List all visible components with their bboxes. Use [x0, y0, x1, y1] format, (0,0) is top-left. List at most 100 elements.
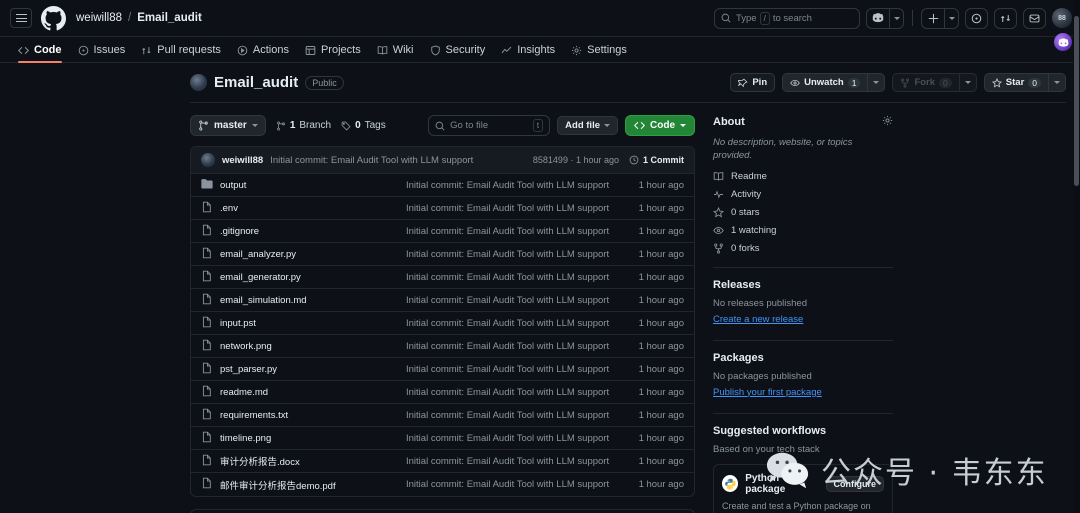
file-commit-message[interactable]: Initial commit: Email Audit Tool with LL…: [406, 479, 622, 490]
file-name-label[interactable]: timeline.png: [220, 433, 271, 444]
copilot-floating-badge[interactable]: [1054, 33, 1072, 51]
star-button[interactable]: Star 0: [983, 73, 1048, 92]
tab-insights[interactable]: Insights: [493, 44, 563, 62]
file-name-label[interactable]: readme.md: [220, 387, 268, 398]
file-name-cell[interactable]: .gitignore: [201, 224, 406, 239]
file-name-label[interactable]: email_generator.py: [220, 272, 301, 283]
file-name-cell[interactable]: email_generator.py: [201, 270, 406, 285]
scrollbar-thumb[interactable]: [1074, 16, 1079, 186]
add-file-button[interactable]: Add file: [557, 116, 618, 135]
code-button[interactable]: Code: [625, 115, 695, 136]
table-row[interactable]: .gitignore Initial commit: Email Audit To…: [191, 220, 694, 243]
pull-requests-icon[interactable]: [994, 7, 1017, 29]
tab-actions[interactable]: Actions: [229, 44, 297, 62]
commit-author[interactable]: weiwill88: [222, 155, 263, 166]
tab-projects[interactable]: Projects: [297, 44, 369, 62]
file-name-label[interactable]: .env: [220, 203, 238, 214]
file-name-label[interactable]: pst_parser.py: [220, 364, 277, 375]
tab-settings[interactable]: Settings: [563, 44, 635, 62]
file-commit-message[interactable]: Initial commit: Email Audit Tool with LL…: [406, 410, 622, 421]
publish-package-link[interactable]: Publish your first package: [713, 387, 822, 398]
file-name-label[interactable]: network.png: [220, 341, 272, 352]
copilot-icon[interactable]: [866, 7, 889, 29]
about-link-watching[interactable]: 1 watching: [713, 225, 893, 236]
table-row[interactable]: output Initial commit: Email Audit Tool w…: [191, 174, 694, 197]
file-commit-message[interactable]: Initial commit: Email Audit Tool with LL…: [406, 456, 622, 467]
about-settings-gear-icon[interactable]: [882, 115, 893, 129]
file-name-cell[interactable]: 审计分析报告.docx: [201, 454, 406, 469]
file-commit-message[interactable]: Initial commit: Email Audit Tool with LL…: [406, 226, 622, 237]
about-link-readme[interactable]: Readme: [713, 171, 893, 182]
owner-avatar[interactable]: [190, 74, 207, 91]
file-commit-message[interactable]: Initial commit: Email Audit Tool with LL…: [406, 364, 622, 375]
file-commit-message[interactable]: Initial commit: Email Audit Tool with LL…: [406, 387, 622, 398]
create-release-link[interactable]: Create a new release: [713, 314, 803, 325]
breadcrumb-repo[interactable]: Email_audit: [137, 12, 202, 24]
fork-button-group[interactable]: Fork 0: [892, 73, 977, 92]
plus-icon[interactable]: [921, 7, 944, 29]
star-button-group[interactable]: Star 0: [983, 73, 1066, 92]
table-row[interactable]: timeline.png Initial commit: Email Audit …: [191, 427, 694, 450]
file-commit-message[interactable]: Initial commit: Email Audit Tool with LL…: [406, 318, 622, 329]
create-new-dropdown-arrow[interactable]: [944, 7, 959, 29]
file-name-cell[interactable]: .env: [201, 201, 406, 216]
file-name-cell[interactable]: email_simulation.md: [201, 293, 406, 308]
file-name-label[interactable]: output: [220, 180, 246, 191]
fork-dropdown-arrow[interactable]: [958, 73, 977, 92]
table-row[interactable]: input.pst Initial commit: Email Audit Too…: [191, 312, 694, 335]
file-commit-message[interactable]: Initial commit: Email Audit Tool with LL…: [406, 295, 622, 306]
file-name-cell[interactable]: 邮件审计分析报告demo.pdf: [201, 477, 406, 492]
file-name-label[interactable]: requirements.txt: [220, 410, 288, 421]
table-row[interactable]: email_simulation.md Initial commit: Email…: [191, 289, 694, 312]
file-commit-message[interactable]: Initial commit: Email Audit Tool with LL…: [406, 180, 622, 191]
file-name-label[interactable]: 审计分析报告.docx: [220, 454, 300, 468]
commit-message[interactable]: Initial commit: Email Audit Tool with LL…: [270, 155, 473, 166]
create-new-split-button[interactable]: [921, 7, 959, 29]
hamburger-menu-icon[interactable]: [10, 8, 32, 28]
table-row[interactable]: pst_parser.py Initial commit: Email Audit…: [191, 358, 694, 381]
star-dropdown-arrow[interactable]: [1048, 73, 1066, 92]
tag-count[interactable]: 0 Tags: [341, 120, 386, 131]
table-row[interactable]: email_generator.py Initial commit: Email …: [191, 266, 694, 289]
table-row[interactable]: email_analyzer.py Initial commit: Email A…: [191, 243, 694, 266]
notifications-inbox-icon[interactable]: [1023, 7, 1046, 29]
file-commit-message[interactable]: Initial commit: Email Audit Tool with LL…: [406, 203, 622, 214]
go-to-file-input[interactable]: Go to file t: [428, 115, 551, 136]
watch-dropdown-arrow[interactable]: [867, 73, 886, 92]
table-row[interactable]: requirements.txt Initial commit: Email Au…: [191, 404, 694, 427]
watch-button-group[interactable]: Unwatch 1: [782, 73, 886, 92]
workflow-card[interactable]: Python package Configure Create and test a…: [713, 463, 893, 513]
user-avatar[interactable]: 88: [1052, 8, 1072, 28]
page-title[interactable]: Email_audit: [214, 74, 298, 91]
file-name-label[interactable]: input.pst: [220, 318, 256, 329]
file-name-cell[interactable]: readme.md: [201, 385, 406, 400]
unwatch-button[interactable]: Unwatch 1: [782, 73, 868, 92]
file-name-cell[interactable]: network.png: [201, 339, 406, 354]
table-row[interactable]: network.png Initial commit: Email Audit T…: [191, 335, 694, 358]
github-logo-icon[interactable]: [41, 5, 66, 31]
file-name-cell[interactable]: output: [201, 178, 406, 193]
file-name-label[interactable]: 邮件审计分析报告demo.pdf: [220, 478, 336, 492]
copilot-dropdown-arrow[interactable]: [889, 7, 904, 29]
file-name-cell[interactable]: email_analyzer.py: [201, 247, 406, 262]
search-input[interactable]: Type / to search: [714, 7, 860, 29]
tab-security[interactable]: Security: [422, 44, 494, 62]
table-row[interactable]: readme.md Initial commit: Email Audit Too…: [191, 381, 694, 404]
about-link-forks[interactable]: 0 forks: [713, 243, 893, 254]
pin-button[interactable]: Pin: [730, 73, 776, 92]
file-name-cell[interactable]: timeline.png: [201, 431, 406, 446]
tab-code[interactable]: Code: [10, 44, 70, 63]
commit-author-avatar[interactable]: [201, 153, 215, 167]
copilot-split-button[interactable]: [866, 7, 904, 29]
file-name-label[interactable]: email_analyzer.py: [220, 249, 296, 260]
file-name-cell[interactable]: pst_parser.py: [201, 362, 406, 377]
file-name-label[interactable]: email_simulation.md: [220, 295, 307, 306]
file-name-label[interactable]: .gitignore: [220, 226, 259, 237]
about-link-activity[interactable]: Activity: [713, 189, 893, 200]
table-row[interactable]: 邮件审计分析报告demo.pdf Initial commit: Email Au…: [191, 473, 694, 496]
issues-icon[interactable]: [965, 7, 988, 29]
table-row[interactable]: 审计分析报告.docx Initial commit: Email Audit T…: [191, 450, 694, 473]
about-link-stars[interactable]: 0 stars: [713, 206, 893, 218]
file-name-cell[interactable]: requirements.txt: [201, 408, 406, 423]
file-commit-message[interactable]: Initial commit: Email Audit Tool with LL…: [406, 433, 622, 444]
